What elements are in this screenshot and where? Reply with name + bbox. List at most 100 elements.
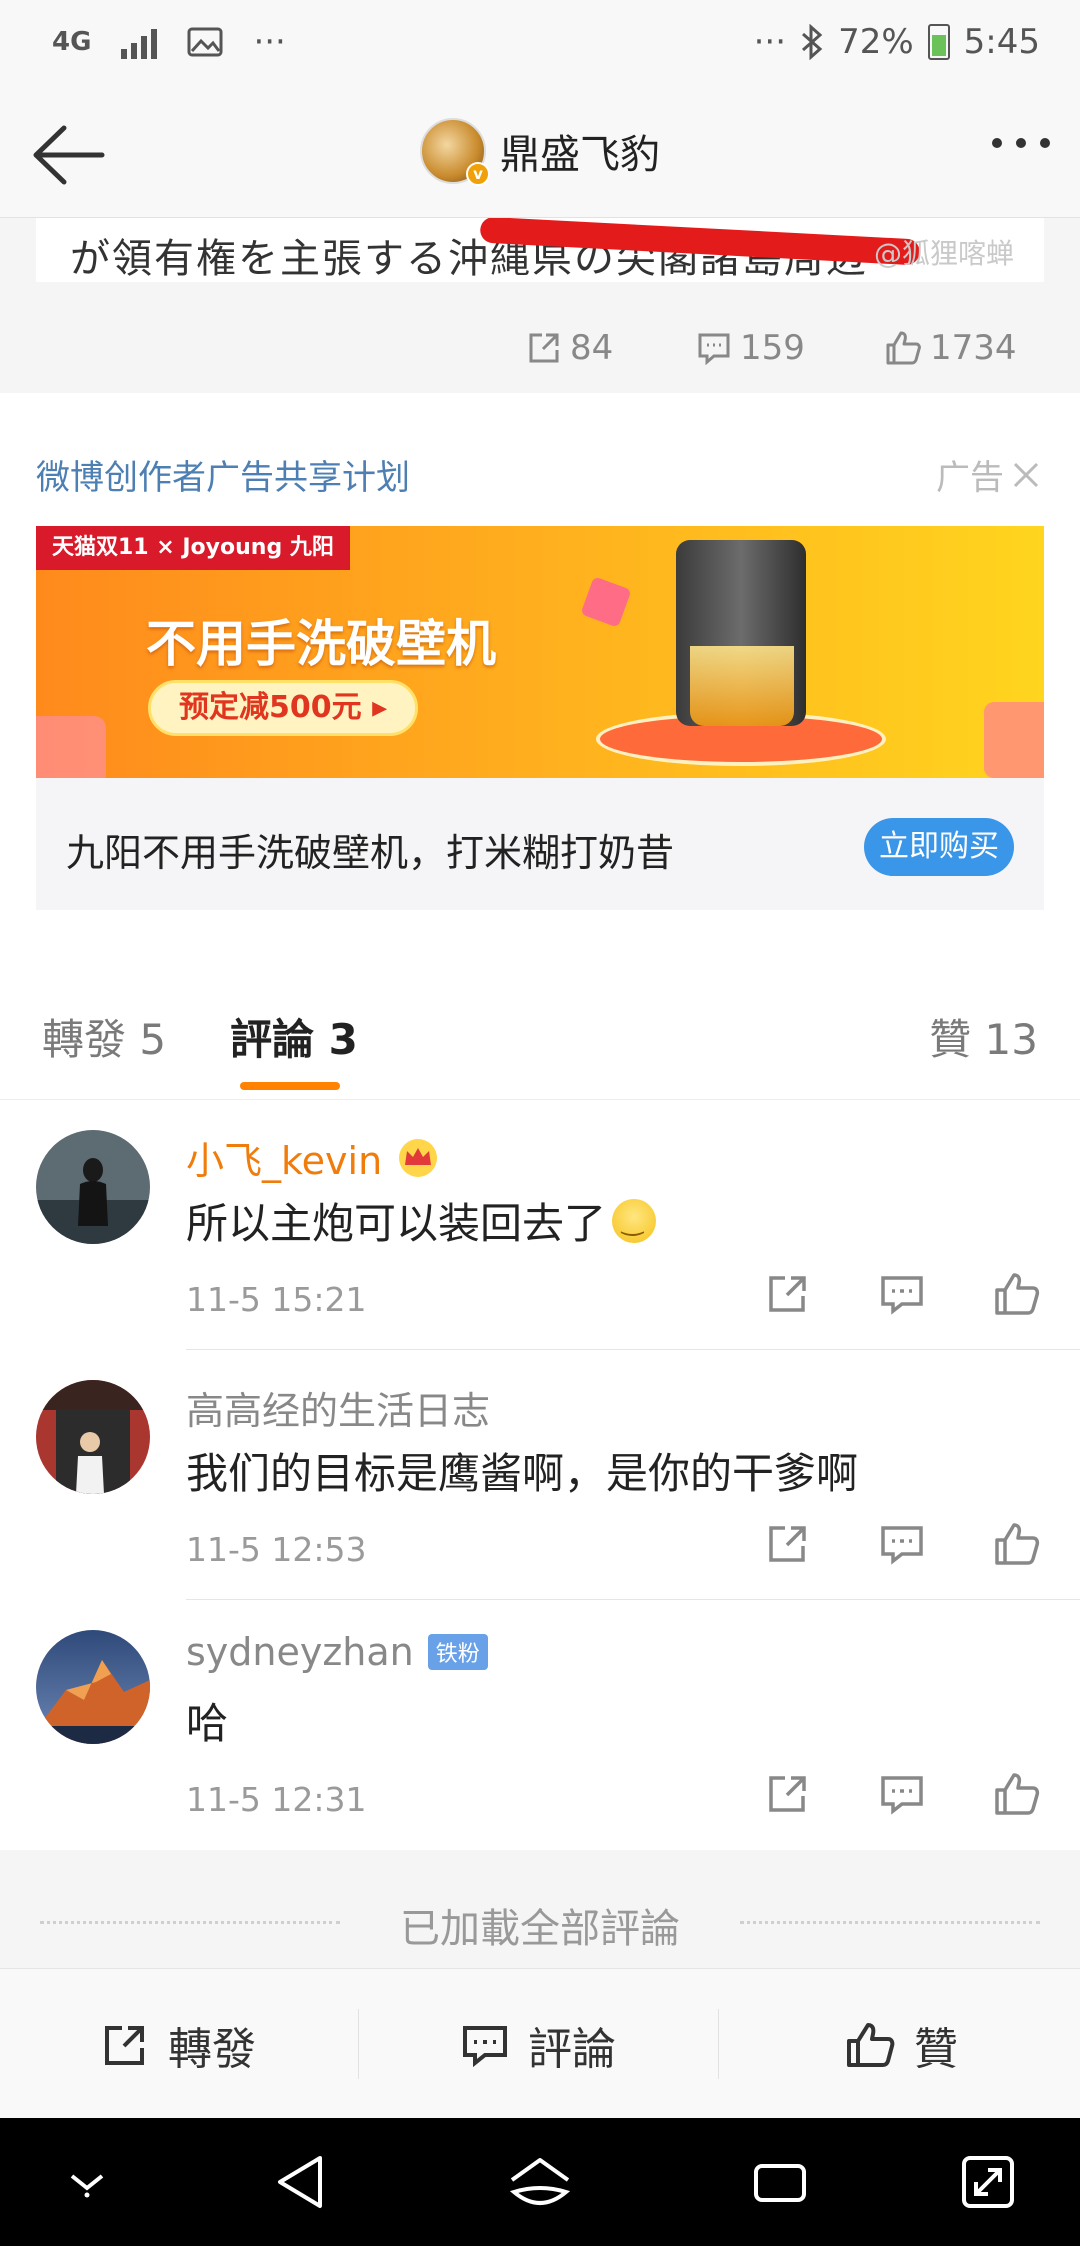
close-icon[interactable] <box>1012 461 1040 489</box>
smile-emoji-icon <box>612 1198 657 1243</box>
system-navigation-bar <box>0 2118 1080 2246</box>
like-button-label: 贊 <box>914 2024 958 2075</box>
comment-username[interactable]: sydneyzhan 铁粉 <box>186 1630 488 1674</box>
ad-banner-promo: 预定减500元 ▸ <box>148 680 419 736</box>
post-image[interactable]: が領有権を主張する沖縄県の尖閣諸島周辺 @狐狸喀蝉 <box>36 218 1044 282</box>
ad-footer[interactable]: 九阳不用手洗破壁机，打米糊打奶昔 立即购买 <box>36 778 1044 910</box>
battery-percent: 72% <box>838 22 914 62</box>
comment-icon[interactable] <box>878 1770 926 1818</box>
home-icon[interactable] <box>508 2154 572 2210</box>
comment-actions <box>764 1270 1040 1318</box>
profile-header[interactable]: v 鼎盛飞豹 <box>420 118 660 186</box>
ad-banner[interactable]: 天猫双11 × Joyoung 九阳 不用手洗破壁机 预定减500元 ▸ <box>36 526 1044 778</box>
comment-text: 我们的目标是鹰酱啊，是你的干爹啊 <box>186 1440 858 1501</box>
status-more-right: ··· <box>753 22 787 62</box>
decor-shape <box>36 716 106 778</box>
divider <box>718 2009 719 2079</box>
comment-time: 11-5 15:21 <box>186 1280 367 1319</box>
comment-username[interactable]: 小飞_kevin <box>186 1130 440 1185</box>
clock: 5:45 <box>963 22 1040 62</box>
like-count: 1734 <box>930 328 1017 368</box>
avatar[interactable]: v <box>420 118 490 186</box>
battery-icon <box>927 24 950 60</box>
tab-reposts[interactable]: 轉發 5 <box>42 1006 166 1067</box>
buy-now-button[interactable]: 立即购买 <box>864 818 1014 876</box>
repost-count: 84 <box>570 328 614 368</box>
chevron-down-icon[interactable] <box>64 2168 110 2198</box>
post-repost-button[interactable]: 84 <box>526 328 613 368</box>
thumbs-up-icon[interactable] <box>992 1770 1040 1818</box>
comment-actions <box>764 1520 1040 1568</box>
comment-username-text: 高高经的生活日志 <box>186 1389 491 1433</box>
divider <box>358 2009 359 2079</box>
comment-time: 11-5 12:53 <box>186 1530 367 1569</box>
comment-icon[interactable] <box>878 1270 926 1318</box>
ad-label-text: 广告 <box>936 458 1004 498</box>
ad-banner-headline: 不用手洗破壁机 <box>146 615 496 673</box>
comment-text-body: 哈 <box>186 1699 229 1748</box>
avatar[interactable] <box>36 1630 150 1744</box>
bluetooth-icon <box>802 24 823 60</box>
fan-badge: 铁粉 <box>427 1634 488 1670</box>
like-button[interactable]: 贊 <box>844 2013 958 2077</box>
ad-label[interactable]: 广告 <box>936 450 1040 499</box>
image-watermark: @狐狸喀蝉 <box>873 237 1014 270</box>
bottom-action-bar: 轉發 評論 贊 <box>0 1968 1080 2118</box>
decor-shape <box>580 576 632 628</box>
ad-program-link[interactable]: 微博创作者广告共享计划 <box>36 450 410 499</box>
repost-icon[interactable] <box>764 1270 812 1318</box>
status-bar: 4G ··· ··· 72% 5:45 <box>0 0 1080 90</box>
repost-icon[interactable] <box>764 1770 812 1818</box>
back-arrow-icon <box>33 125 105 185</box>
tab-comments[interactable]: 評論 3 <box>230 1006 358 1067</box>
comment-count: 159 <box>740 328 805 368</box>
comment-icon <box>698 333 730 366</box>
comment-username[interactable]: 高高经的生活日志 <box>186 1380 490 1435</box>
ad-card: 微博创作者广告共享计划 广告 天猫双11 × Joyoung 九阳 不用手洗破壁… <box>0 422 1080 938</box>
post-section: が領有権を主張する沖縄県の尖閣諸島周辺 @狐狸喀蝉 84 159 1734 <box>0 218 1080 393</box>
repost-button[interactable]: 轉發 <box>100 2013 256 2077</box>
back-button[interactable] <box>28 120 108 190</box>
more-options-icon[interactable] <box>992 138 1050 148</box>
decor-shape <box>984 702 1044 778</box>
network-type: 4G <box>52 27 92 57</box>
comment-icon <box>463 2026 507 2068</box>
recent-apps-icon[interactable] <box>752 2154 808 2210</box>
status-more-left: ··· <box>253 22 286 62</box>
gallery-icon <box>187 27 223 57</box>
divider <box>740 1921 1040 1924</box>
avatar[interactable] <box>36 1380 150 1494</box>
ad-banner-tag: 天猫双11 × Joyoung 九阳 <box>36 526 350 570</box>
interaction-tabs: 轉發 5 評論 3 贊 13 <box>0 968 1080 1100</box>
comment-time: 11-5 12:31 <box>186 1780 367 1819</box>
comment-item: sydneyzhan 铁粉 哈 11-5 12:31 <box>0 1600 1080 1850</box>
comment-text-body: 所以主炮可以装回去了 <box>186 1199 607 1248</box>
thumbs-up-icon <box>886 331 921 365</box>
crown-icon <box>399 1138 438 1177</box>
comment-button[interactable]: 評論 <box>460 2013 616 2077</box>
avatar[interactable] <box>36 1130 150 1244</box>
comment-text: 哈 <box>186 1690 228 1751</box>
loaded-all-text: 已加載全部評論 <box>400 1906 680 1952</box>
comment-username-text: 小飞_kevin <box>186 1139 383 1183</box>
verified-badge: v <box>466 162 490 186</box>
expand-icon[interactable] <box>960 2154 1016 2210</box>
comment-icon[interactable] <box>878 1520 926 1568</box>
page-title: 鼎盛飞豹 <box>500 132 660 178</box>
repost-icon[interactable] <box>764 1520 812 1568</box>
post-like-button[interactable]: 1734 <box>884 328 1017 368</box>
thumbs-up-icon[interactable] <box>992 1520 1040 1568</box>
thumbs-up-icon[interactable] <box>992 1270 1040 1318</box>
back-triangle-icon[interactable] <box>274 2154 326 2210</box>
comment-actions <box>764 1770 1040 1818</box>
ad-description: 九阳不用手洗破壁机，打米糊打奶昔 <box>66 831 675 875</box>
active-tab-indicator <box>240 1082 340 1090</box>
signal-icon <box>121 25 158 59</box>
comment-item: 小飞_kevin 所以主炮可以装回去了 11-5 15:21 <box>0 1100 1080 1350</box>
comment-item: 高高经的生活日志 我们的目标是鹰酱啊，是你的干爹啊 11-5 12:53 <box>0 1350 1080 1600</box>
post-comment-button[interactable]: 159 <box>696 328 805 368</box>
all-comments-loaded: 已加載全部評論 <box>0 1850 1080 1968</box>
comment-button-label: 評論 <box>528 2024 616 2075</box>
tab-likes[interactable]: 贊 13 <box>929 1006 1038 1067</box>
comment-text-body: 我们的目标是鹰酱啊，是你的干爹啊 <box>186 1449 859 1498</box>
